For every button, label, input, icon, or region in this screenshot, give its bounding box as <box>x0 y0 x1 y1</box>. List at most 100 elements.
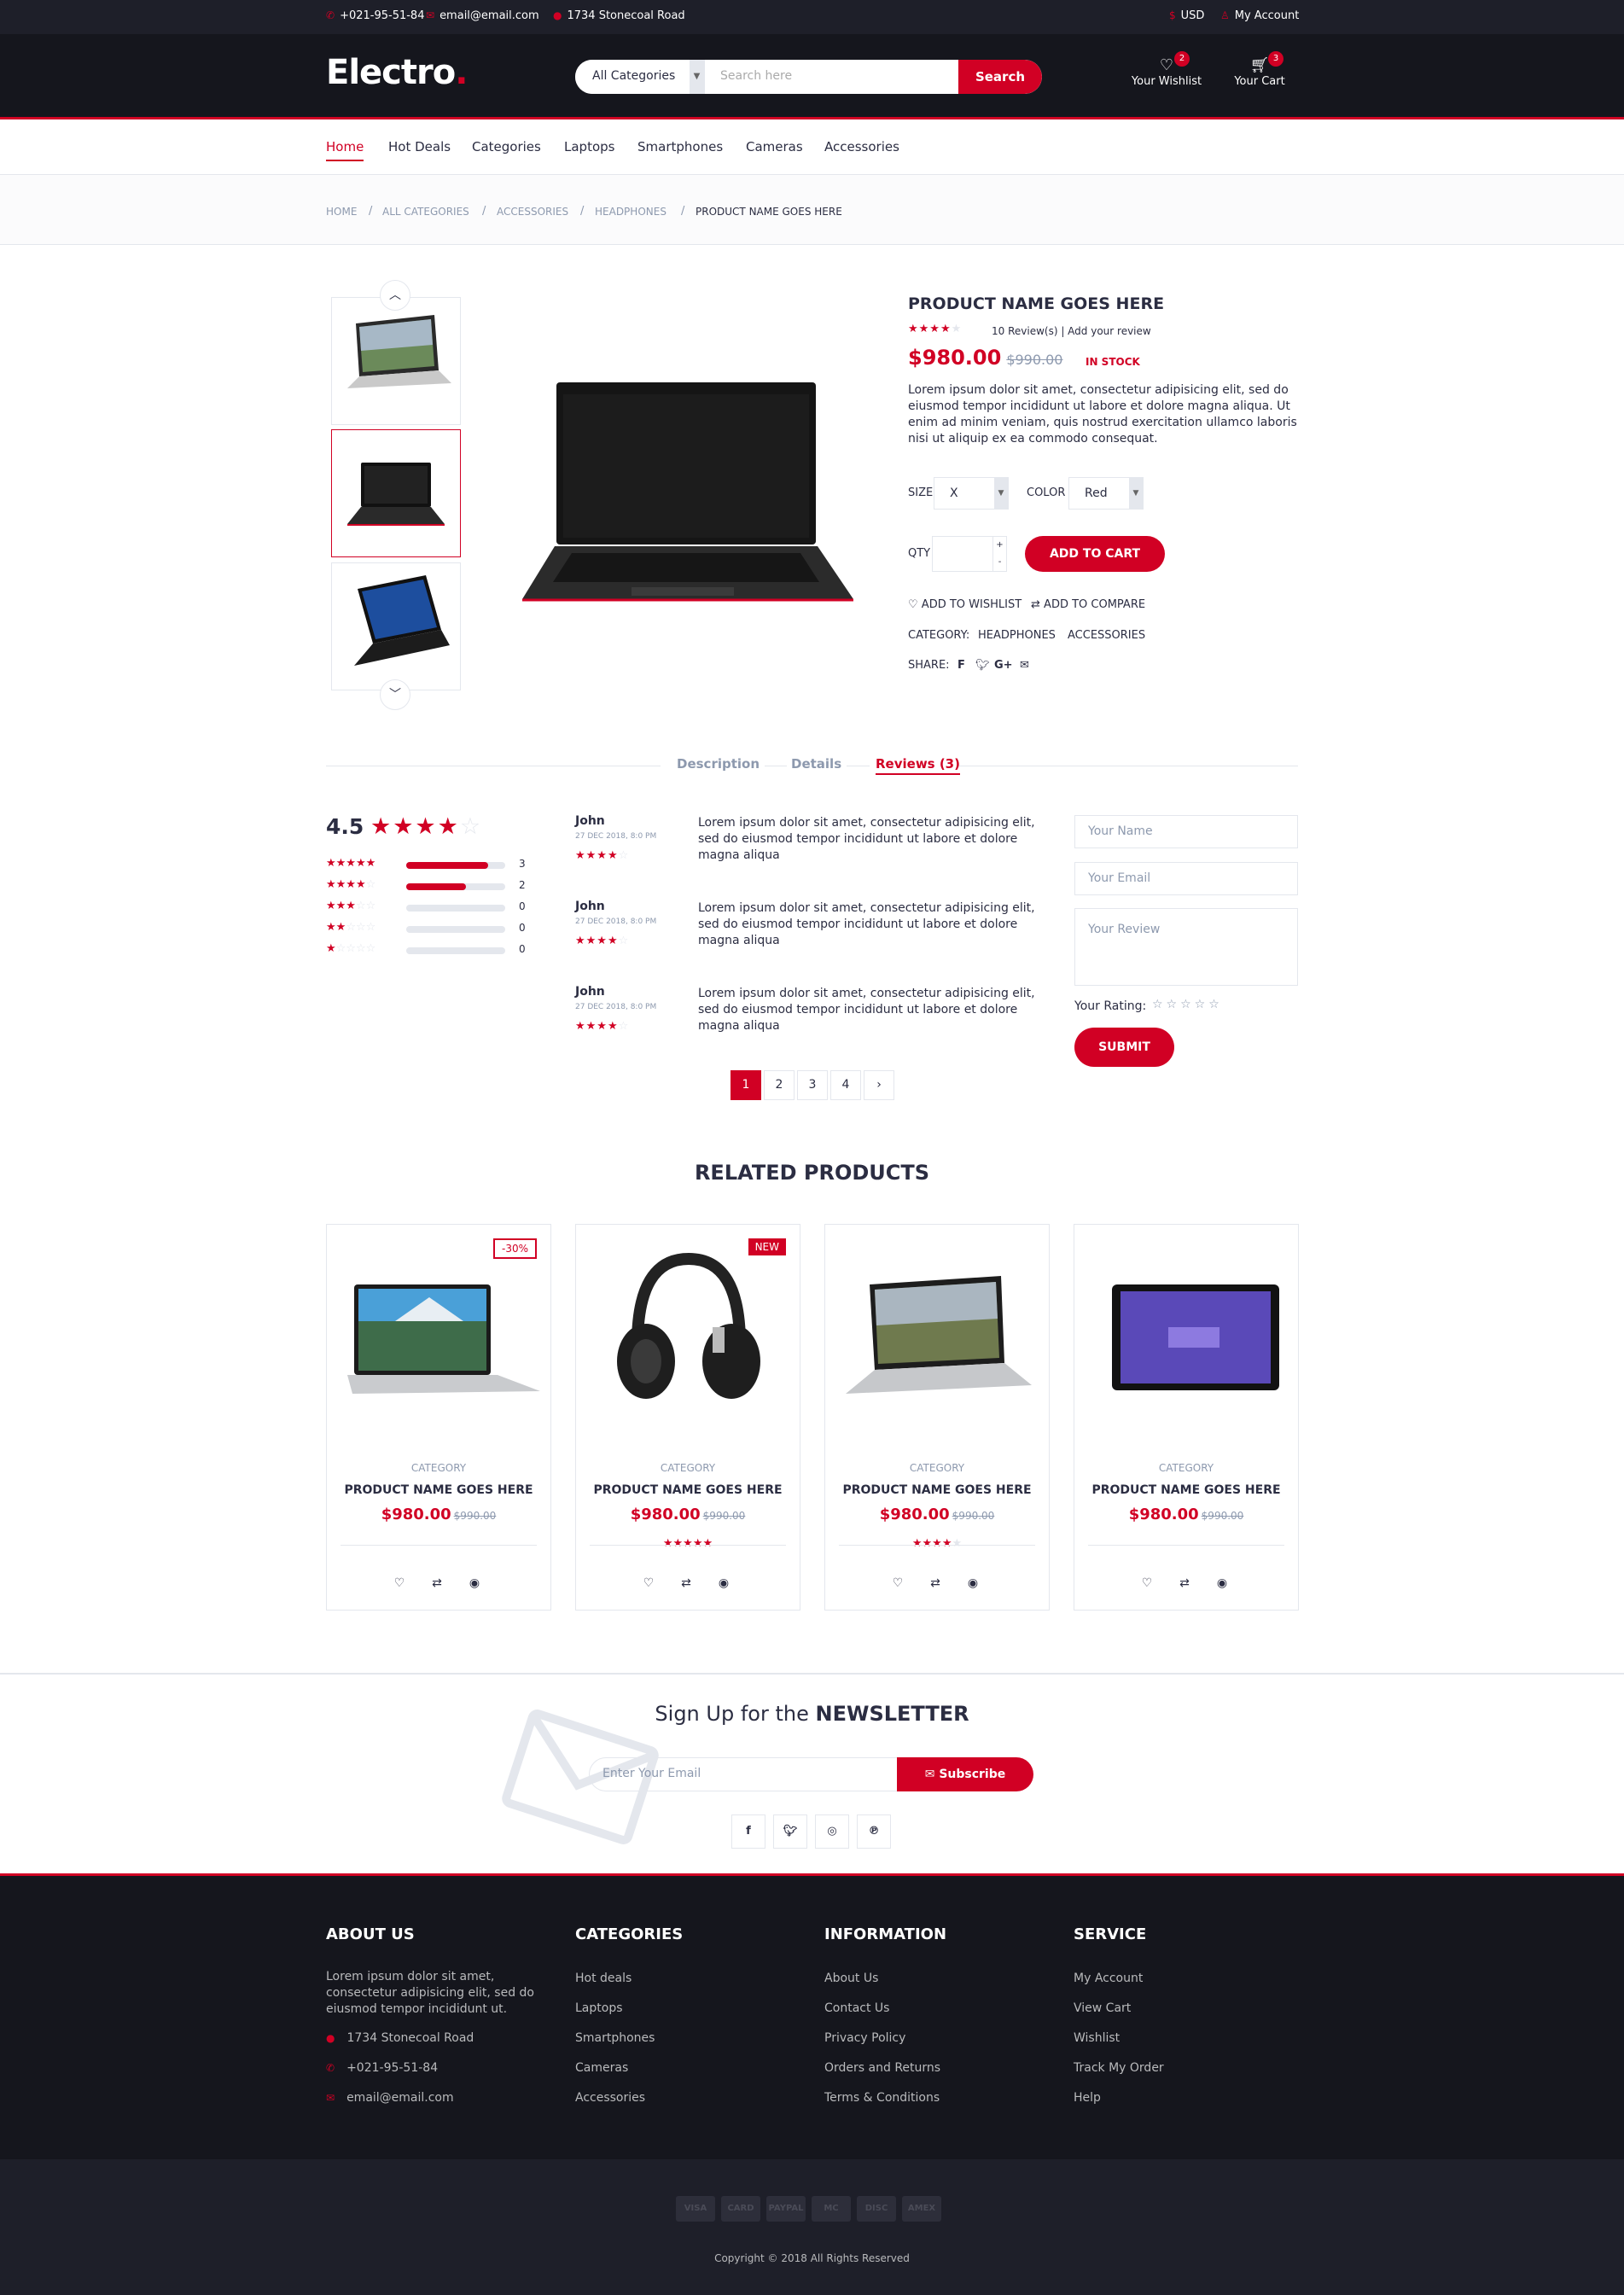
reviews-link[interactable]: 10 Review(s) | Add your review <box>992 325 1151 337</box>
footer-link[interactable]: About Us <box>824 1972 878 1985</box>
category-link-headphones[interactable]: HEADPHONES <box>978 629 1056 642</box>
footer-link[interactable]: Track My Order <box>1074 2061 1164 2075</box>
product-card[interactable]: CATEGORY PRODUCT NAME GOES HERE $980.00 $… <box>1074 1224 1299 1611</box>
exchange-icon[interactable]: ⇄ <box>673 1570 699 1596</box>
page-3-button[interactable]: 3 <box>797 1070 828 1100</box>
eye-icon[interactable]: ◉ <box>711 1570 736 1596</box>
footer-email-link[interactable]: ✉ email@email.com <box>326 2091 454 2105</box>
instagram-icon[interactable]: ◎ <box>815 1814 849 1849</box>
twitter-icon[interactable]: 🐦︎ <box>975 659 990 672</box>
pinterest-icon[interactable]: ℗ <box>857 1814 891 1849</box>
newsletter-email-input[interactable]: Enter Your Email <box>589 1757 899 1791</box>
top-email-link[interactable]: ✉ email@email.com <box>426 9 539 22</box>
envelope-icon: ✉ <box>426 9 435 21</box>
product-name[interactable]: PRODUCT NAME GOES HERE <box>576 1483 800 1497</box>
wishlist-button[interactable]: ♡ Your Wishlist 2 <box>1128 51 1205 88</box>
footer-link[interactable]: Orders and Returns <box>824 2061 940 2075</box>
my-account-link[interactable]: ♙ My Account <box>1220 9 1299 22</box>
size-select[interactable]: X ▼ <box>934 477 1009 510</box>
exchange-icon[interactable]: ⇄ <box>923 1570 948 1596</box>
review-name-input[interactable]: Your Name <box>1074 815 1298 848</box>
footer-link[interactable]: Privacy Policy <box>824 2031 905 2045</box>
tab-details[interactable]: Details <box>791 756 841 772</box>
eye-icon[interactable]: ◉ <box>1209 1570 1235 1596</box>
heart-icon[interactable]: ♡ <box>885 1570 911 1596</box>
product-name[interactable]: PRODUCT NAME GOES HERE <box>825 1483 1049 1497</box>
quantity-stepper[interactable]: + - <box>932 536 1007 572</box>
search-button[interactable]: Search <box>958 60 1042 94</box>
nav-smartphones[interactable]: Smartphones <box>637 139 723 160</box>
top-address-link[interactable]: ● 1734 Stonecoal Road <box>553 9 685 22</box>
product-card[interactable]: -30% CATEGORY PRODUCT NAME GOES HERE $98… <box>326 1224 551 1611</box>
page-1-button[interactable]: 1 <box>731 1070 761 1100</box>
product-card[interactable]: CATEGORY PRODUCT NAME GOES HERE $980.00 $… <box>824 1224 1050 1611</box>
eye-icon[interactable]: ◉ <box>462 1570 487 1596</box>
rating-input-stars[interactable]: ☆☆☆☆☆ <box>1152 998 1223 1011</box>
review-textarea[interactable]: Your Review <box>1074 908 1298 986</box>
breadcrumb-accessories[interactable]: ACCESSORIES <box>497 206 568 218</box>
breadcrumb-headphones[interactable]: HEADPHONES <box>595 206 666 218</box>
google-plus-icon[interactable]: G+ <box>994 659 1013 672</box>
tab-description[interactable]: Description <box>677 756 760 772</box>
nav-laptops[interactable]: Laptops <box>564 139 614 160</box>
product-card[interactable]: NEW CATEGORY PRODUCT NAME GOES HERE $980… <box>575 1224 800 1611</box>
heart-icon[interactable]: ♡ <box>387 1570 412 1596</box>
tab-reviews[interactable]: Reviews (3) <box>876 756 960 775</box>
heart-icon[interactable]: ♡ <box>1134 1570 1160 1596</box>
nav-accessories[interactable]: Accessories <box>824 139 899 160</box>
footer-link[interactable]: Contact Us <box>824 2001 889 2015</box>
footer-link[interactable]: Laptops <box>575 2001 623 2015</box>
footer-address-link[interactable]: ● 1734 Stonecoal Road <box>326 2031 474 2045</box>
submit-review-button[interactable]: SUBMIT <box>1074 1028 1174 1067</box>
heart-icon[interactable]: ♡ <box>636 1570 661 1596</box>
envelope-icon[interactable]: ✉ <box>1020 659 1029 672</box>
footer-link[interactable]: Terms & Conditions <box>824 2091 940 2105</box>
footer-link[interactable]: Hot deals <box>575 1972 632 1985</box>
nav-cameras[interactable]: Cameras <box>746 139 803 160</box>
subscribe-button[interactable]: ✉ Subscribe <box>897 1757 1033 1791</box>
search-category-select[interactable]: All Categories ▼ <box>575 60 705 94</box>
exchange-icon[interactable]: ⇄ <box>1172 1570 1197 1596</box>
cart-button[interactable]: 🛒︎ Your Cart 3 <box>1221 51 1298 88</box>
footer-link[interactable]: Wishlist <box>1074 2031 1120 2045</box>
eye-icon[interactable]: ◉ <box>960 1570 986 1596</box>
logo[interactable]: Electro. <box>326 53 468 92</box>
footer-link[interactable]: Accessories <box>575 2091 645 2105</box>
facebook-icon[interactable]: f <box>958 659 965 672</box>
product-thumbnail-selected[interactable] <box>331 429 461 557</box>
twitter-icon[interactable]: 🐦︎ <box>773 1814 807 1849</box>
top-phone-link[interactable]: ✆ +021-95-51-84 <box>326 9 424 22</box>
breadcrumb-home[interactable]: HOME <box>326 206 357 218</box>
add-to-cart-button[interactable]: ADD TO CART <box>1025 536 1165 572</box>
breadcrumb-all-categories[interactable]: ALL CATEGORIES <box>382 206 469 218</box>
product-name[interactable]: PRODUCT NAME GOES HERE <box>1074 1483 1298 1497</box>
color-select[interactable]: Red ▼ <box>1068 477 1144 510</box>
product-thumbnail[interactable] <box>331 562 461 690</box>
search-input[interactable]: Search here <box>720 69 792 83</box>
footer-phone-link[interactable]: ✆ +021-95-51-84 <box>326 2061 438 2075</box>
page-4-button[interactable]: 4 <box>830 1070 861 1100</box>
currency-link[interactable]: $ USD <box>1169 9 1204 22</box>
add-to-compare-link[interactable]: ⇄ ADD TO COMPARE <box>1031 598 1145 611</box>
nav-categories[interactable]: Categories <box>472 139 541 160</box>
category-link-accessories[interactable]: ACCESSORIES <box>1068 629 1145 642</box>
page-2-button[interactable]: 2 <box>764 1070 795 1100</box>
footer-link[interactable]: Cameras <box>575 2061 628 2075</box>
footer-link[interactable]: Smartphones <box>575 2031 655 2045</box>
nav-hot-deals[interactable]: Hot Deals <box>388 139 451 160</box>
product-thumbnail[interactable] <box>331 297 461 425</box>
exchange-icon[interactable]: ⇄ <box>424 1570 450 1596</box>
footer-link[interactable]: Help <box>1074 2091 1101 2105</box>
next-page-button[interactable]: › <box>864 1070 894 1100</box>
nav-home[interactable]: Home <box>326 139 364 161</box>
facebook-icon[interactable]: f <box>731 1814 765 1849</box>
review-email-input[interactable]: Your Email <box>1074 862 1298 895</box>
thumbnail-down-button[interactable]: ﹀ <box>380 679 410 710</box>
footer-link[interactable]: View Cart <box>1074 2001 1131 2015</box>
thumbnail-up-button[interactable]: ︿ <box>380 280 410 311</box>
qty-decrease-button[interactable]: - <box>992 554 1006 571</box>
product-name[interactable]: PRODUCT NAME GOES HERE <box>327 1483 550 1497</box>
footer-link[interactable]: My Account <box>1074 1972 1143 1985</box>
qty-increase-button[interactable]: + <box>992 537 1006 554</box>
add-to-wishlist-link[interactable]: ♡ ADD TO WISHLIST <box>908 598 1022 611</box>
